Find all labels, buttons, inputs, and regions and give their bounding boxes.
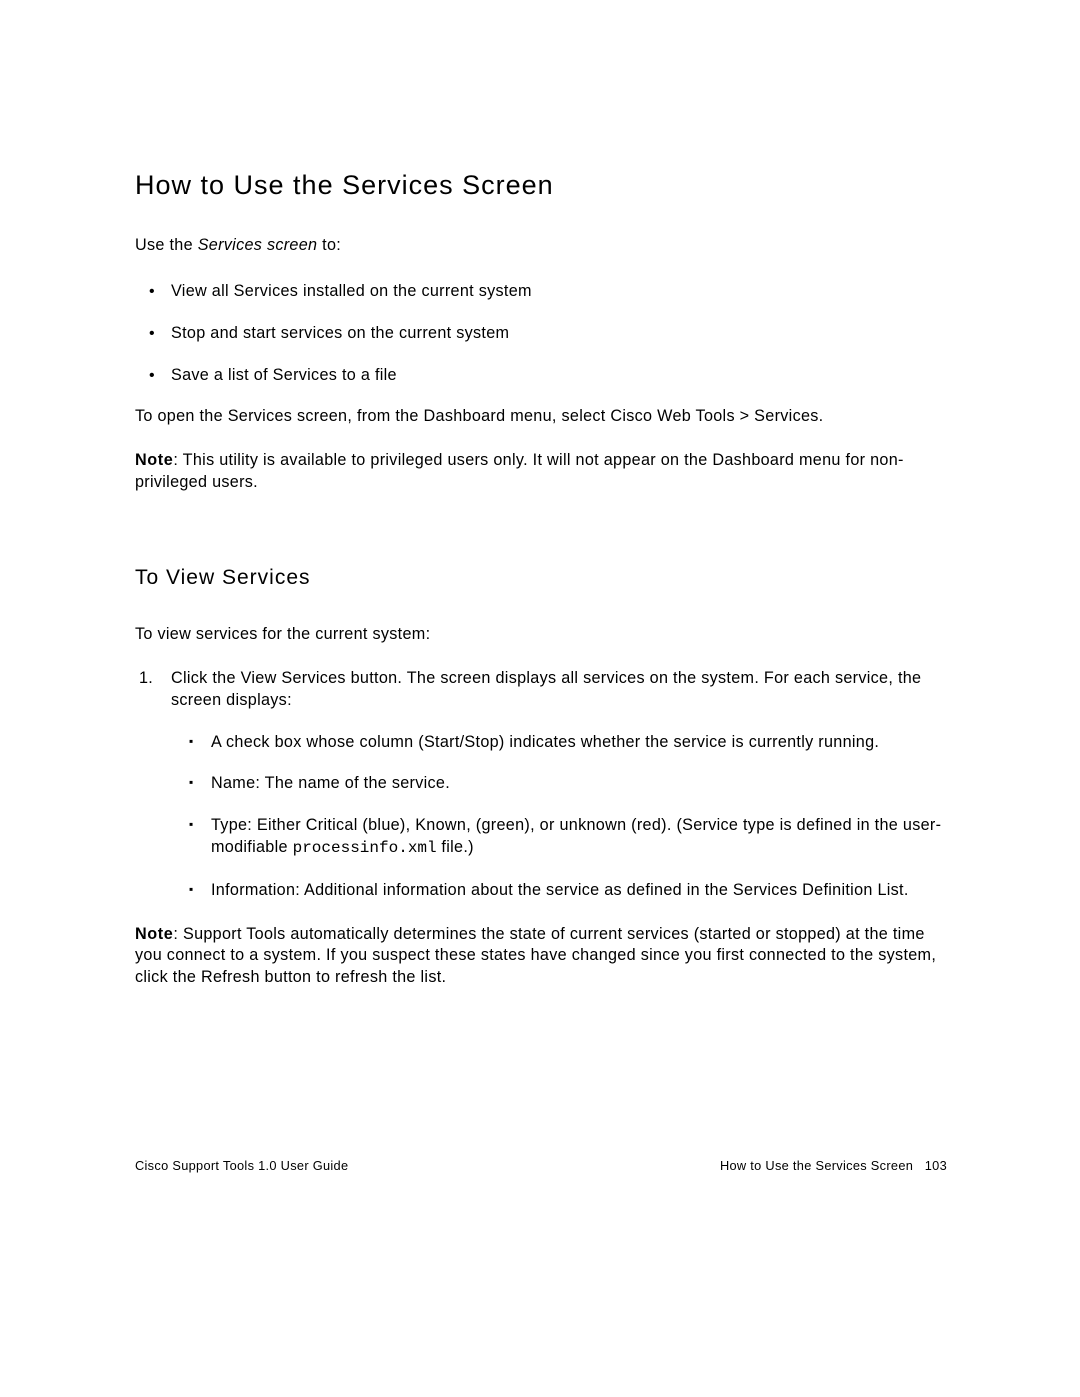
list-item: Save a list of Services to a file <box>135 365 947 387</box>
steps-list: 1. Click the View Services button. The s… <box>135 668 947 902</box>
step-number: 1. <box>139 668 153 690</box>
step-item: 1. Click the View Services button. The s… <box>135 668 947 902</box>
footer-right: How to Use the Services Screen 103 <box>720 1158 947 1173</box>
intro-paragraph: Use the Services screen to: <box>135 235 947 257</box>
note-body: : Support Tools automatically determines… <box>135 925 936 987</box>
intro-prefix: Use the <box>135 236 198 254</box>
list-item: View all Services installed on the curre… <box>135 281 947 303</box>
section-heading: To View Services <box>135 566 947 590</box>
note-paragraph: Note: This utility is available to privi… <box>135 450 947 494</box>
footer-right-title: How to Use the Services Screen <box>720 1158 913 1173</box>
intro-suffix: to: <box>317 236 341 254</box>
type-text-suffix: file.) <box>437 838 474 856</box>
intro-emphasis: Services screen <box>198 236 318 254</box>
note-label: Note <box>135 451 173 469</box>
list-item: Name: The name of the service. <box>171 773 947 795</box>
footer-page-number: 103 <box>925 1158 947 1173</box>
page-footer: Cisco Support Tools 1.0 User Guide How t… <box>135 1158 947 1173</box>
note-body: : This utility is available to privilege… <box>135 451 904 491</box>
sub-list: A check box whose column (Start/Stop) in… <box>171 732 947 902</box>
feature-list: View all Services installed on the curre… <box>135 281 947 387</box>
page-body: How to Use the Services Screen Use the S… <box>135 170 947 1011</box>
page-title: How to Use the Services Screen <box>135 170 947 201</box>
list-item: A check box whose column (Start/Stop) in… <box>171 732 947 754</box>
open-instructions: To open the Services screen, from the Da… <box>135 406 947 428</box>
footer-left: Cisco Support Tools 1.0 User Guide <box>135 1158 348 1173</box>
note-paragraph: Note: Support Tools automatically determ… <box>135 924 947 990</box>
list-item: Type: Either Critical (blue), Known, (gr… <box>171 815 947 859</box>
filename-mono: processinfo.xml <box>293 839 437 857</box>
note-label: Note <box>135 925 173 943</box>
list-item: Information: Additional information abou… <box>171 880 947 902</box>
list-item: Stop and start services on the current s… <box>135 323 947 345</box>
section-intro: To view services for the current system: <box>135 624 947 646</box>
step-text: Click the View Services button. The scre… <box>171 669 921 709</box>
